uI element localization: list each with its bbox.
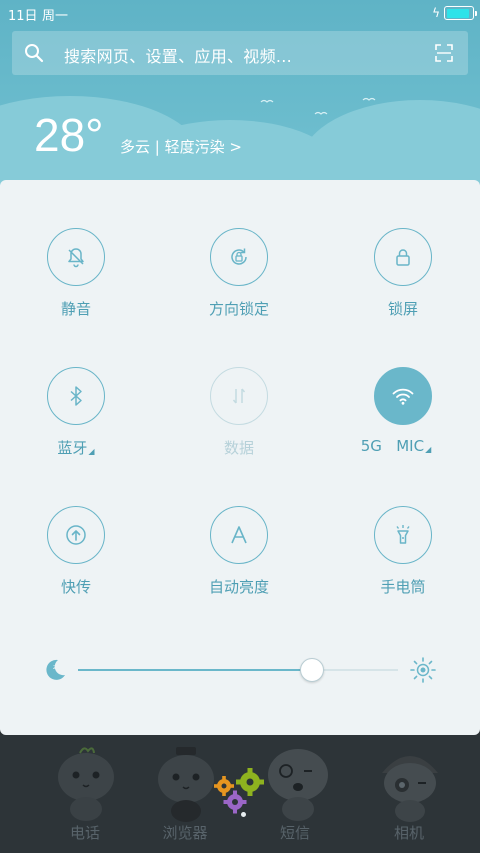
toggle-label: 自动亮度: [208, 578, 269, 596]
dock-app-phone[interactable]: 电话: [40, 735, 130, 853]
toggle-lock-screen[interactable]: 锁屏: [328, 228, 478, 319]
search-placeholder: 搜索网页、设置、应用、视频...: [64, 47, 293, 66]
status-indicators: ϟ: [432, 5, 477, 21]
expand-triangle-icon: ◢: [88, 447, 95, 456]
status-bar: 11日 周一 ϟ: [0, 0, 480, 26]
brightness-control: z: [44, 656, 436, 684]
moon-icon: z: [46, 659, 65, 680]
lock-icon: [374, 228, 432, 286]
status-date: 11日: [8, 9, 38, 24]
auto-brightness-icon: [210, 506, 268, 564]
cat-messages-icon: [268, 749, 328, 821]
bluetooth-icon: [47, 367, 105, 425]
birds-decoration: [260, 97, 376, 115]
toggle-auto-brightness[interactable]: 自动亮度: [164, 506, 314, 597]
dock-label: 浏览器: [162, 824, 208, 842]
svg-text:z: z: [53, 664, 56, 671]
toggle-wifi[interactable]: 5G MIC◢: [328, 367, 478, 455]
weather-description-link[interactable]: 多云 | 轻度污染 >: [120, 136, 242, 157]
page-indicator-dot[interactable]: [241, 812, 246, 817]
quick-settings-panel: 静音 方向锁定 锁屏 蓝牙◢ 数据 5G MIC◢ 快传 自动亮度 手电筒 z: [0, 180, 480, 735]
toggle-label: 蓝牙◢: [1, 437, 151, 458]
toggle-label-text: 5G MIC: [360, 437, 425, 455]
wifi-icon: [374, 367, 432, 425]
brightness-slider-thumb[interactable]: [299, 658, 324, 682]
flashlight-icon: [374, 506, 432, 564]
cat-camera-icon: [382, 756, 438, 822]
search-input[interactable]: 搜索网页、设置、应用、视频...: [12, 31, 468, 75]
toggle-label: 数据: [223, 439, 254, 457]
scan-icon[interactable]: [434, 43, 454, 63]
mute-bell-icon: [47, 228, 105, 286]
toggle-mobile-data[interactable]: 数据: [164, 367, 314, 458]
dock-app-camera[interactable]: 相机: [364, 735, 454, 853]
mobile-data-icon: [210, 367, 268, 425]
toggle-label-text: 蓝牙: [57, 439, 88, 457]
dock-label: 电话: [69, 824, 100, 842]
search-icon: [25, 44, 44, 63]
brightness-slider[interactable]: [78, 658, 398, 682]
toggle-mute[interactable]: 静音: [1, 228, 151, 319]
toggle-label: 5G MIC◢: [314, 437, 478, 455]
toggle-bluetooth[interactable]: 蓝牙◢: [1, 367, 151, 458]
dock-label: 短信: [279, 824, 310, 842]
toggle-rotation-lock[interactable]: 方向锁定: [164, 228, 314, 319]
toggle-flashlight[interactable]: 手电筒: [328, 506, 478, 597]
toggle-quick-transfer[interactable]: 快传: [1, 506, 151, 597]
sun-icon: [410, 657, 436, 683]
toggle-label: 手电筒: [380, 578, 426, 596]
status-weekday: 周一: [42, 9, 69, 24]
quick-transfer-icon: [47, 506, 105, 564]
dock-label: 相机: [393, 824, 424, 842]
expand-triangle-icon: ◢: [425, 445, 432, 454]
toggle-label: 方向锁定: [208, 300, 269, 318]
cat-phone-icon: [58, 747, 114, 821]
bolt-icon: ϟ: [432, 6, 440, 20]
gears-widget-icon[interactable]: [210, 766, 270, 816]
brightness-slider-fill: [78, 669, 312, 671]
battery-level-fill: [446, 8, 469, 18]
weather-header: 11日 周一 ϟ 搜索网页、设置、应用、视频... 28° 多云 | 轻度污染 …: [0, 0, 480, 200]
toggle-label: 快传: [60, 578, 91, 596]
rotation-lock-icon: [210, 228, 268, 286]
temperature[interactable]: 28°: [34, 108, 104, 162]
toggle-label: 静音: [60, 300, 91, 318]
battery-icon: [444, 6, 477, 20]
toggle-label: 锁屏: [387, 300, 418, 318]
